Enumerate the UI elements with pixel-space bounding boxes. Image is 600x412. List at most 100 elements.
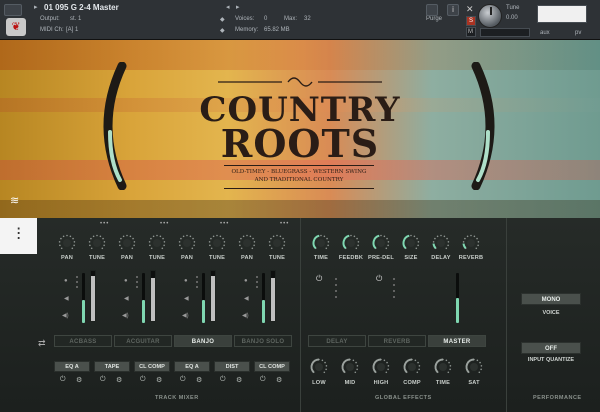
master-high-knob[interactable] xyxy=(372,358,390,376)
mute-speaker-icon[interactable]: ◀ xyxy=(124,295,129,302)
product-logo: COUNTRY ROOTS xyxy=(175,93,425,163)
solo-headphone-icon[interactable]: ● xyxy=(124,278,128,284)
channel-1-pan-knob[interactable] xyxy=(58,234,76,252)
master-mid-knob[interactable] xyxy=(341,358,359,376)
left-volume-arc[interactable] xyxy=(88,62,132,190)
delay-power-icon[interactable]: ⏻ xyxy=(316,274,322,284)
fx-pre-del-knob[interactable] xyxy=(372,234,390,252)
next-arrow-icon[interactable]: ▸ xyxy=(236,3,240,11)
fx-slot-1-button[interactable]: EQ A xyxy=(54,361,90,372)
channel-4-pan-knob[interactable] xyxy=(238,234,256,252)
wrench-icon[interactable] xyxy=(4,4,22,16)
power-icon[interactable]: ⏻ xyxy=(260,376,266,384)
tune-knob-icon[interactable] xyxy=(478,4,502,28)
fx-time-knob[interactable] xyxy=(312,234,330,252)
solo-headphone-icon[interactable]: ● xyxy=(184,278,188,284)
fx-slot-6-button[interactable]: CL COMP xyxy=(254,361,290,372)
right-volume-arc[interactable] xyxy=(466,62,510,190)
mute-speaker-icon[interactable]: ◀ xyxy=(184,295,189,302)
fx-slot-3-button[interactable]: CL COMP xyxy=(134,361,170,372)
purge-label[interactable]: Purge xyxy=(426,16,442,22)
track-tab-banjo-solo[interactable]: BANJO SOLO xyxy=(234,335,292,347)
instrument-name[interactable]: 01 095 G 2-4 Master xyxy=(44,3,119,12)
solo-headphone-icon[interactable]: ● xyxy=(244,278,248,284)
solo-button[interactable]: S xyxy=(466,16,476,26)
power-icon[interactable]: ⏻ xyxy=(220,376,226,384)
power-icon[interactable]: ⏻ xyxy=(60,376,66,384)
gear-icon[interactable]: ⚙ xyxy=(276,376,282,384)
fx-reverb-knob[interactable] xyxy=(462,234,480,252)
mute-speaker-icon[interactable]: ◀ xyxy=(244,295,249,302)
master-comp-knob[interactable] xyxy=(403,358,421,376)
power-icon[interactable]: ⏻ xyxy=(180,376,186,384)
fx-slot-5-button[interactable]: DIST xyxy=(214,361,250,372)
gear-icon[interactable]: ⚙ xyxy=(116,376,122,384)
instrument-logo-icon[interactable]: ❦ xyxy=(6,18,26,36)
midi-channel-value[interactable]: [A] 1 xyxy=(66,27,78,33)
tune-value[interactable]: 0.00 xyxy=(506,15,518,21)
aux-label[interactable]: aux xyxy=(540,30,550,36)
track-tab-acguitar[interactable]: ACGUITAR xyxy=(114,335,172,347)
channel-3-tune-knob[interactable] xyxy=(208,234,226,252)
channel-3-pan-knob[interactable] xyxy=(178,234,196,252)
global-tab-delay[interactable]: DELAY xyxy=(308,335,366,347)
fx-delay-knob[interactable] xyxy=(432,234,450,252)
voice-mode-button[interactable]: MONO xyxy=(521,293,581,305)
power-icon[interactable]: ⏻ xyxy=(140,376,146,384)
fx-slot-4-button[interactable]: EQ A xyxy=(174,361,210,372)
track-tab-acbass[interactable]: ACBASS xyxy=(54,335,112,347)
channel-3-volume-fader[interactable] xyxy=(202,273,205,323)
collapse-arrow-icon[interactable]: ▸ xyxy=(34,3,38,11)
fx-feedbk-knob[interactable] xyxy=(342,234,360,252)
max-voices-value[interactable]: 32 xyxy=(304,16,311,22)
master-sat-knob[interactable] xyxy=(465,358,483,376)
link-arrows-icon[interactable]: ⇄ xyxy=(38,338,46,349)
input-quantize-button[interactable]: OFF xyxy=(521,342,581,354)
mute-speaker-icon[interactable]: ◀ xyxy=(64,295,69,302)
volume-speaker-icon[interactable]: ◀) xyxy=(122,312,129,319)
solo-headphone-icon[interactable]: ● xyxy=(64,278,68,284)
channel-2-pan-label: PAN xyxy=(121,255,133,261)
channel-2-volume-fader[interactable] xyxy=(142,273,145,323)
global-effects-title: GLOBAL EFFECTS xyxy=(375,395,432,401)
gear-icon[interactable]: ⚙ xyxy=(196,376,202,384)
global-tab-reverb[interactable]: REVERB xyxy=(368,335,426,347)
power-icon[interactable]: ⏻ xyxy=(100,376,106,384)
gear-icon[interactable]: ⚙ xyxy=(236,376,242,384)
channel-1-tune-knob[interactable] xyxy=(88,234,106,252)
mixer-sliders-icon[interactable]: ⫶ xyxy=(0,218,37,254)
camera-icon[interactable] xyxy=(426,4,438,16)
logo-ornament xyxy=(218,77,382,87)
track-tab-banjo[interactable]: BANJO xyxy=(174,335,232,347)
channel-1-volume-fader[interactable] xyxy=(82,273,85,323)
channel-indicator-dots: ••• xyxy=(100,221,110,227)
volume-speaker-icon[interactable]: ◀) xyxy=(182,312,189,319)
channel-4-tune-knob[interactable] xyxy=(268,234,286,252)
volume-speaker-icon[interactable]: ◀) xyxy=(242,312,249,319)
output-value[interactable]: st. 1 xyxy=(70,16,81,22)
midi-dropdown-icon[interactable]: ◆ xyxy=(220,27,225,34)
pan-slider[interactable] xyxy=(480,28,530,37)
master-low-knob[interactable] xyxy=(310,358,328,376)
output-dropdown-icon[interactable]: ◆ xyxy=(220,16,225,23)
master-time-knob[interactable] xyxy=(434,358,452,376)
pv-label[interactable]: pv xyxy=(575,30,581,36)
gear-icon[interactable]: ⚙ xyxy=(156,376,162,384)
mute-button[interactable]: M xyxy=(466,27,476,37)
fx-size-knob[interactable] xyxy=(402,234,420,252)
close-icon[interactable]: ✕ xyxy=(466,4,474,15)
volume-speaker-icon[interactable]: ◀) xyxy=(62,312,69,319)
waveform-icon[interactable]: ≋ xyxy=(10,194,19,207)
gear-icon[interactable]: ⚙ xyxy=(76,376,82,384)
master-comp-label: COMP xyxy=(403,380,421,386)
fx-slot-2-button[interactable]: TAPE xyxy=(94,361,130,372)
channel-4-volume-fader[interactable] xyxy=(262,273,265,323)
master-volume-fader[interactable] xyxy=(456,273,459,323)
prev-arrow-icon[interactable]: ◂ xyxy=(226,3,230,11)
info-icon[interactable]: i xyxy=(447,4,459,16)
global-tab-master[interactable]: MASTER xyxy=(428,335,486,347)
channel-3-pan-label: PAN xyxy=(181,255,193,261)
channel-2-tune-knob[interactable] xyxy=(148,234,166,252)
reverb-power-icon[interactable]: ⏻ xyxy=(376,274,382,284)
channel-2-pan-knob[interactable] xyxy=(118,234,136,252)
